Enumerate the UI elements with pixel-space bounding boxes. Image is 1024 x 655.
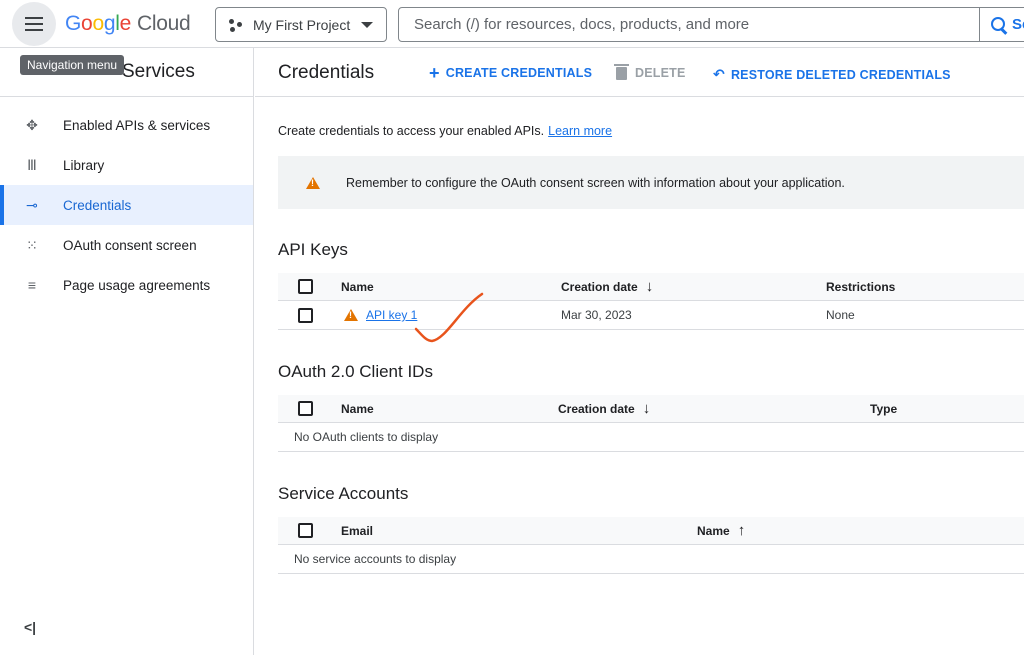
sidebar-item-label: Page usage agreements <box>63 277 211 293</box>
column-restrictions[interactable]: Restrictions <box>826 273 895 300</box>
project-selector[interactable]: My First Project <box>215 7 387 42</box>
sidebar: Navigation menu Services ✥ Enabled APIs … <box>0 48 254 655</box>
sidebar-item-label: Library <box>63 157 105 173</box>
restrictions-value: None <box>826 308 855 322</box>
sidebar-item-oauth-consent[interactable]: ⁙ OAuth consent screen <box>0 225 253 265</box>
table-row: No OAuth clients to display <box>278 423 1024 452</box>
create-credentials-button[interactable]: + CREATE CREDENTIALS <box>429 63 593 83</box>
column-creation-date[interactable]: Creation date ↓ <box>558 395 650 422</box>
learn-more-link[interactable]: Learn more <box>548 124 612 138</box>
api-key-link[interactable]: API key 1 <box>366 308 417 322</box>
navigation-menu-button[interactable] <box>12 2 56 46</box>
select-all-checkbox[interactable] <box>298 401 313 416</box>
creation-date-value: Mar 30, 2023 <box>561 308 632 322</box>
sidebar-nav: ✥ Enabled APIs & services Ⅲ Library ⊸ Cr… <box>0 97 253 305</box>
consent-icon: ⁙ <box>26 236 38 253</box>
sidebar-item-label: Credentials <box>63 197 132 213</box>
oauth-table: Name Creation date ↓ Type No OAuth client… <box>278 395 1024 452</box>
settings-list-icon: ≡ <box>27 277 37 293</box>
sidebar-header: Navigation menu Services <box>0 48 253 97</box>
restore-deleted-credentials-button[interactable]: ↶ RESTORE DELETED CREDENTIALS <box>713 66 951 83</box>
sort-down-arrow-icon: ↓ <box>645 278 654 295</box>
column-email[interactable]: Email <box>341 517 373 544</box>
search-icon <box>990 16 1008 34</box>
restore-label: RESTORE DELETED CREDENTIALS <box>730 67 951 82</box>
warning-icon <box>344 309 358 321</box>
column-type[interactable]: Type <box>870 395 897 422</box>
hamburger-icon <box>25 23 43 25</box>
collapse-sidebar-button[interactable]: <| <box>24 619 36 635</box>
google-cloud-logo[interactable]: Google Cloud <box>65 12 191 36</box>
table-row: No service accounts to display <box>278 545 1024 574</box>
table-header: Name Creation date ↓ Type <box>278 395 1024 423</box>
search-button-label: Se <box>1012 16 1024 33</box>
top-bar: Google Cloud My First Project Se <box>0 0 1024 48</box>
warning-icon <box>306 176 320 189</box>
sort-up-arrow-icon: ↑ <box>737 522 746 539</box>
oauth-warning-banner: Remember to configure the OAuth consent … <box>278 156 1024 209</box>
main-header: Credentials + CREATE CREDENTIALS DELETE … <box>255 48 1024 97</box>
trash-icon <box>614 63 629 80</box>
sidebar-item-credentials[interactable]: ⊸ Credentials <box>0 185 253 225</box>
caret-down-icon <box>361 22 373 28</box>
empty-message: No OAuth clients to display <box>294 430 439 444</box>
banner-text: Remember to configure the OAuth consent … <box>346 175 845 190</box>
google-wordmark: Google <box>65 12 131 35</box>
table-header: Name Creation date ↓ Restrictions <box>278 273 1024 301</box>
oauth-title: OAuth 2.0 Client IDs <box>278 362 433 381</box>
empty-message: No service accounts to display <box>294 552 457 566</box>
select-all-checkbox[interactable] <box>298 523 313 538</box>
plus-icon: + <box>429 63 440 83</box>
intro-text: Create credentials to access your enable… <box>278 124 612 138</box>
sidebar-item-label: Enabled APIs & services <box>63 117 211 133</box>
search-input[interactable] <box>399 8 979 41</box>
api-keys-title: API Keys <box>278 240 348 259</box>
project-name: My First Project <box>253 16 351 33</box>
service-accounts-title: Service Accounts <box>278 484 409 503</box>
cloud-wordmark: Cloud <box>136 12 191 35</box>
intro-message: Create credentials to access your enable… <box>278 124 545 138</box>
undo-icon: ↶ <box>713 66 725 82</box>
library-icon: Ⅲ <box>27 156 37 173</box>
navigation-menu-tooltip: Navigation menu <box>20 55 125 75</box>
column-name[interactable]: Name <box>341 273 374 300</box>
table-row: API key 1 Mar 30, 2023 None <box>278 301 1024 330</box>
delete-button[interactable]: DELETE <box>614 63 686 80</box>
column-name[interactable]: Name ↑ <box>697 517 745 544</box>
sidebar-item-page-usage[interactable]: ≡ Page usage agreements <box>0 265 253 305</box>
page-title: Credentials <box>278 62 375 83</box>
search-box: Se <box>398 7 1024 42</box>
delete-label: DELETE <box>635 66 686 80</box>
search-button[interactable]: Se <box>979 8 1024 41</box>
main-content: Credentials + CREATE CREDENTIALS DELETE … <box>255 48 1024 655</box>
api-keys-table: Name Creation date↓ Restrictions API key… <box>278 273 1024 330</box>
create-credentials-label: CREATE CREDENTIALS <box>445 66 593 80</box>
sidebar-item-library[interactable]: Ⅲ Library <box>0 145 253 185</box>
api-icon: ✥ <box>26 116 38 133</box>
select-all-checkbox[interactable] <box>298 279 313 294</box>
sort-down-arrow-icon: ↓ <box>642 400 651 417</box>
project-icon <box>228 17 244 33</box>
sidebar-item-enabled-apis[interactable]: ✥ Enabled APIs & services <box>0 105 253 145</box>
service-accounts-table: Email Name ↑ No service accounts to displ… <box>278 517 1024 574</box>
row-checkbox[interactable] <box>298 307 313 323</box>
table-header: Email Name ↑ <box>278 517 1024 545</box>
column-creation-date[interactable]: Creation date ↓ <box>561 273 653 300</box>
column-name[interactable]: Name <box>341 395 374 422</box>
sidebar-title: Services <box>122 61 195 82</box>
sidebar-item-label: OAuth consent screen <box>63 237 197 253</box>
key-icon: ⊸ <box>26 196 38 213</box>
